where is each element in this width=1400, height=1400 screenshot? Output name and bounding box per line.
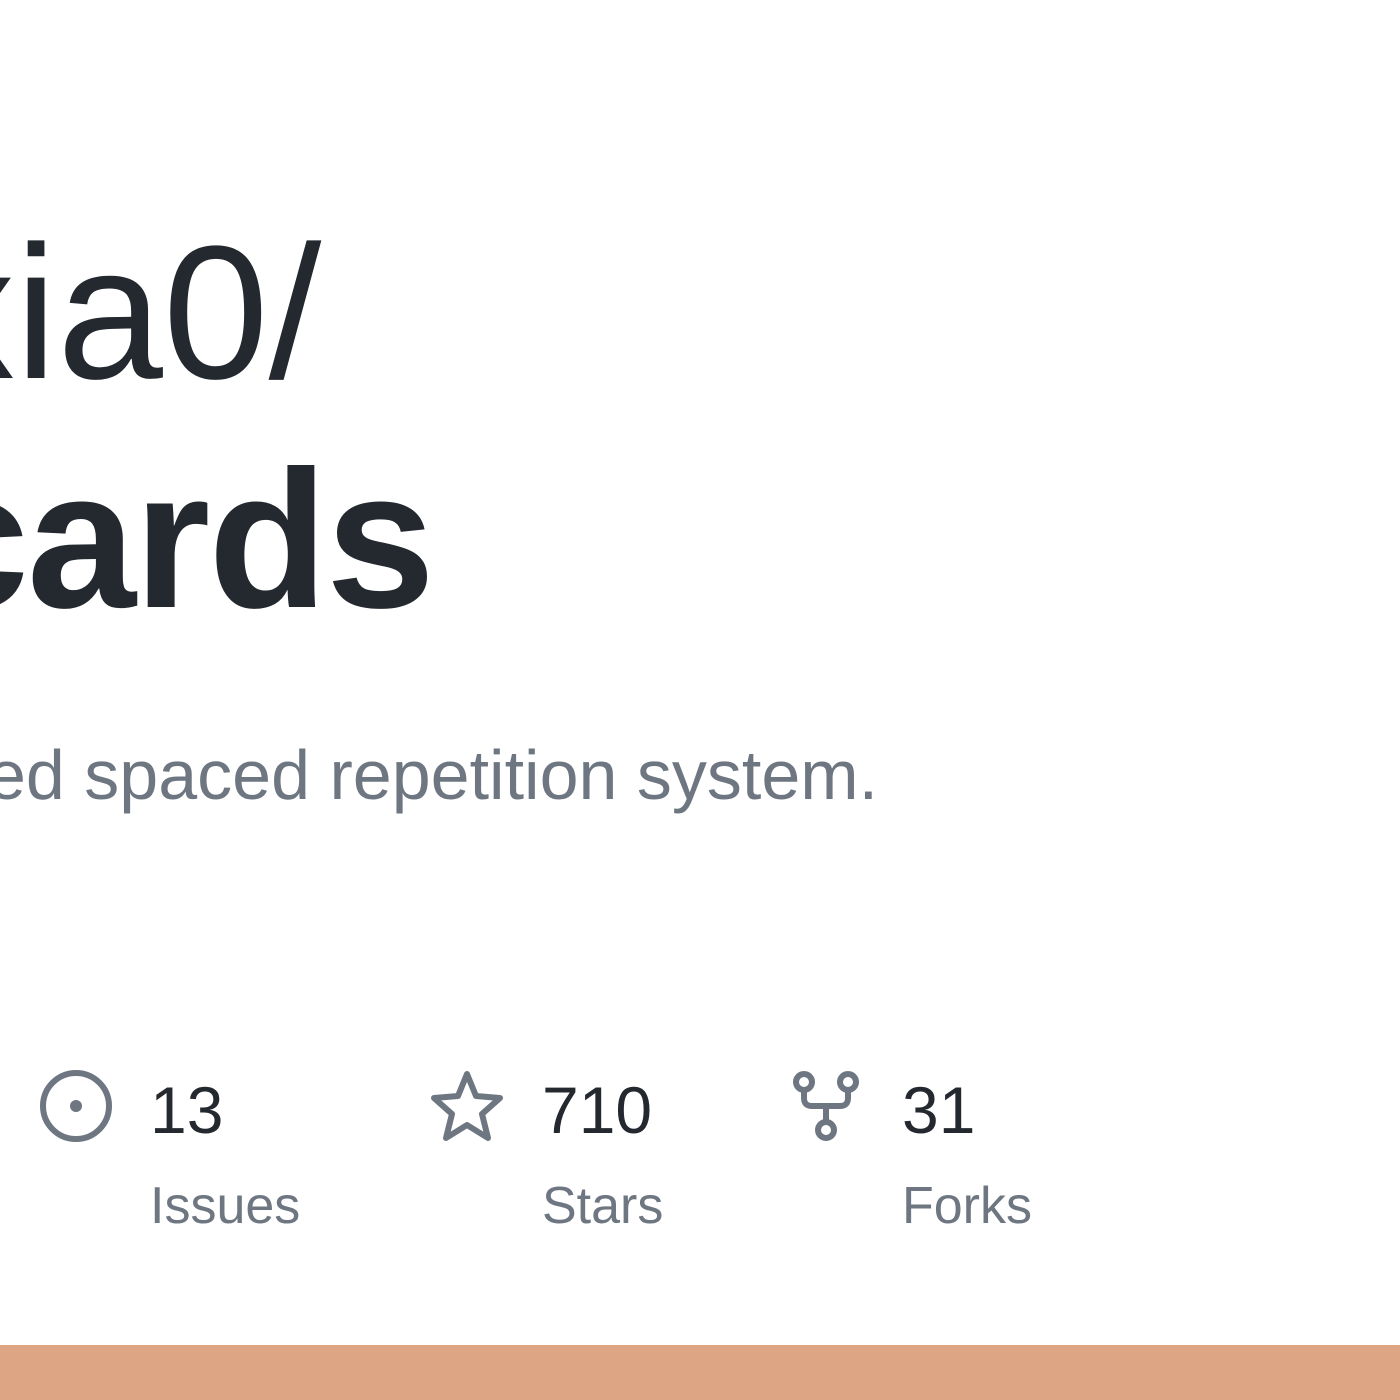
forks-count: 31 (902, 1073, 976, 1147)
issue-opened-icon (36, 1070, 116, 1150)
repo-name[interactable]: cards (0, 442, 435, 638)
repo-description: sed spaced repetition system. (0, 736, 879, 814)
star-icon (428, 1070, 508, 1150)
repo-social-card: xia0/ cards sed spaced repetition system… (0, 0, 1400, 1400)
stars-label: Stars (542, 1177, 664, 1235)
repo-forked-icon (788, 1070, 868, 1150)
language-color-bar (0, 1345, 1400, 1400)
issues-count: 13 (150, 1073, 224, 1147)
forks-label: Forks (902, 1177, 1032, 1235)
stars-count: 710 (542, 1073, 653, 1147)
repo-owner[interactable]: xia0/ (0, 218, 321, 408)
issues-label: Issues (150, 1177, 301, 1235)
